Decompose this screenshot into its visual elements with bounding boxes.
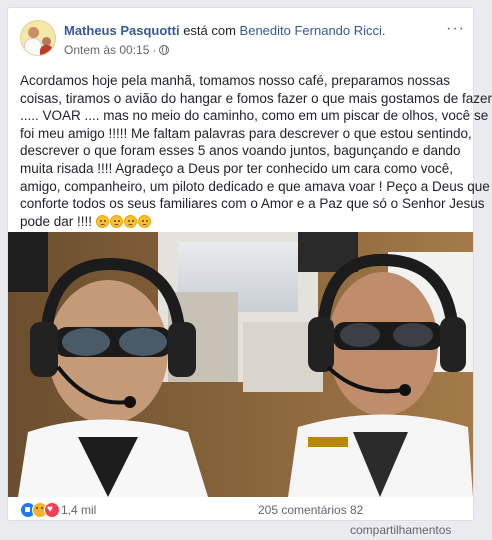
crying-face-emoji-icon: [137, 214, 151, 228]
crying-face-emoji-icon: [123, 214, 137, 228]
post-footer: 1,4 mil 205 comentários 82 compartilhame…: [20, 500, 465, 537]
post-header: Matheus Pasquotti está com Benedito Fern…: [20, 20, 465, 64]
reaction-count[interactable]: 1,4 mil: [61, 500, 96, 520]
post-text-line: coisas, tiramos o avião do hangar e fomo…: [20, 90, 492, 106]
post-card: Matheus Pasquotti está com Benedito Fern…: [7, 7, 492, 537]
tagged-user-link[interactable]: Benedito Fernando Ricci.: [240, 23, 386, 38]
crying-face-emoji-icon: [95, 214, 109, 228]
comments-count-link[interactable]: 205 comentários: [258, 500, 347, 520]
author-avatar[interactable]: [20, 20, 56, 56]
globe-icon[interactable]: [159, 45, 170, 55]
post-text-line: foi meu amigo !!!!! Me faltam palavras p…: [20, 125, 472, 141]
post-text-line: amigo, companheiro, um piloto dedicado e…: [20, 178, 490, 194]
post-text-line: muita risada !!!! Agradeço a Deus por te…: [20, 160, 453, 176]
author-line: Matheus Pasquotti está com Benedito Fern…: [64, 22, 386, 39]
meta-separator: ·: [152, 43, 157, 57]
post-text-line: ..... VOAR .... mas no meio do caminho, …: [20, 108, 489, 124]
post-text-line: descrever o que foram esses 5 anos voand…: [20, 143, 461, 159]
post-text-line: pode dar !!!!: [20, 213, 96, 229]
with-text: está com: [179, 23, 240, 38]
love-reaction-icon: [44, 500, 60, 520]
post-text-last-line: pode dar !!!!: [20, 213, 468, 231]
post-text-line: conforte todos os seus familiares com o …: [20, 196, 485, 212]
post-photo[interactable]: [8, 232, 473, 497]
shares-count-link[interactable]: 82 compartilhamentos: [350, 500, 465, 540]
author-name-link[interactable]: Matheus Pasquotti: [64, 23, 180, 38]
post-text: Acordamos hoje pela manhã, tomamos nosso…: [20, 72, 492, 231]
post-meta: Ontem às 00:15 ·: [64, 42, 170, 58]
cockpit-photo: [8, 232, 473, 497]
post-text-line: Acordamos hoje pela manhã, tomamos nosso…: [20, 73, 450, 88]
post-timestamp[interactable]: Ontem às 00:15: [64, 43, 149, 57]
more-options-button[interactable]: ···: [446, 21, 465, 37]
crying-face-emoji-icon: [109, 214, 123, 228]
